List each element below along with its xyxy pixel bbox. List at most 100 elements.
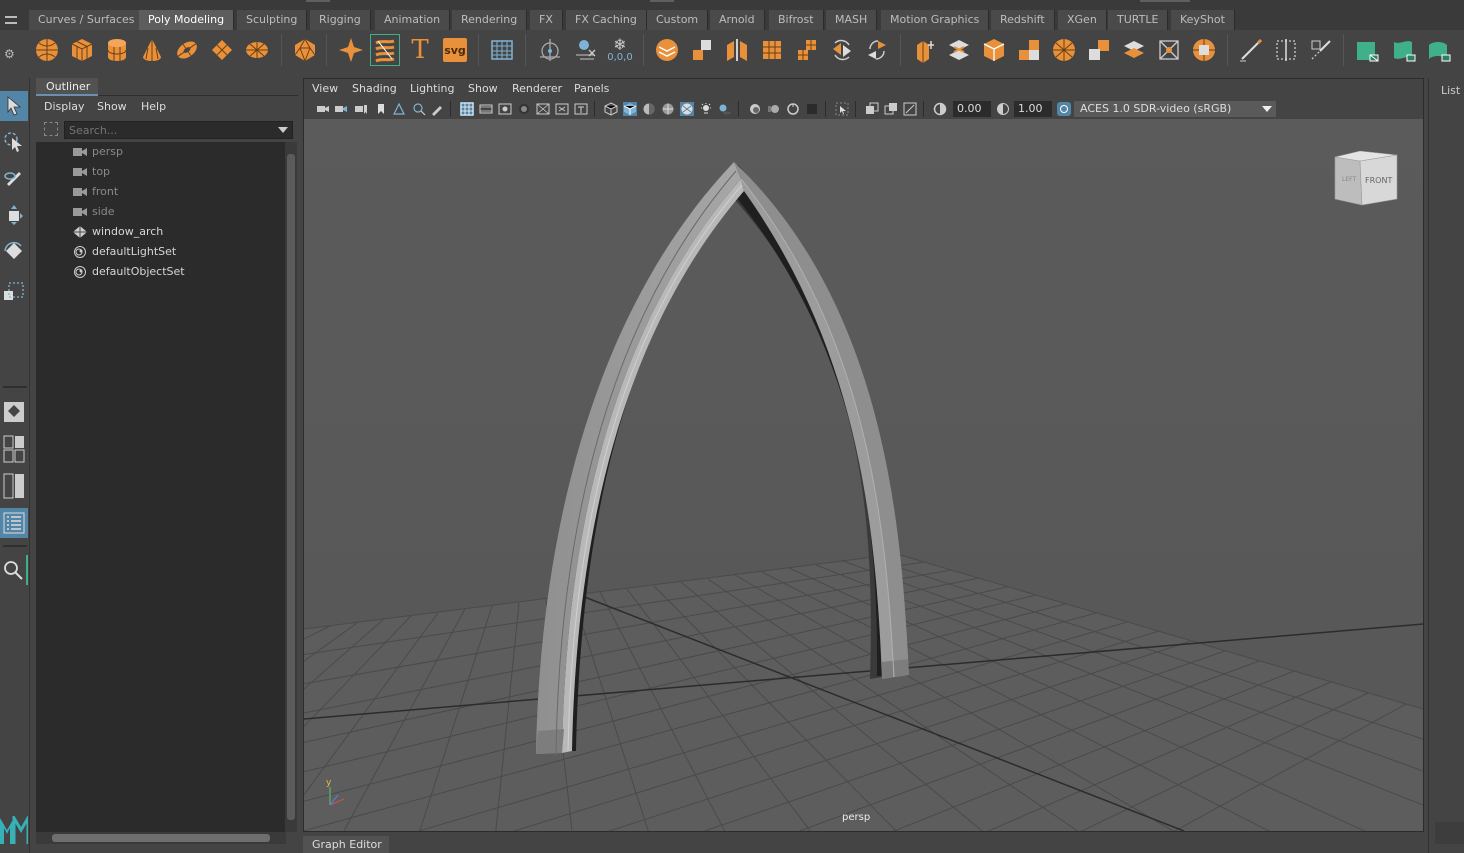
remesh-icon[interactable] bbox=[827, 34, 857, 66]
poly-cylinder-icon[interactable] bbox=[102, 34, 132, 66]
poly-sphere-icon[interactable] bbox=[32, 34, 62, 66]
shelf-tab-curves-surfaces[interactable]: Curves / Surfaces bbox=[29, 10, 145, 30]
outliner-item-persp[interactable]: persp bbox=[36, 142, 284, 162]
mash-grid-icon[interactable] bbox=[487, 34, 517, 66]
poly-cube-icon[interactable] bbox=[67, 34, 97, 66]
viewport-menu-shading[interactable]: Shading bbox=[352, 82, 397, 95]
shelf-tab-fx-caching[interactable]: FX Caching bbox=[566, 10, 647, 30]
shelf-tab-redshift[interactable]: Redshift bbox=[991, 10, 1055, 30]
shelf-tab-motion-graphics[interactable]: Motion Graphics bbox=[881, 10, 990, 30]
automatic-uv-icon[interactable] bbox=[1389, 34, 1419, 66]
outliner-tab[interactable]: Outliner bbox=[36, 78, 98, 96]
shelf-tab-custom[interactable]: Custom bbox=[647, 10, 709, 30]
freeze-transform-icon[interactable] bbox=[570, 34, 600, 66]
safe-action-icon[interactable] bbox=[555, 102, 569, 116]
gamma-icon[interactable] bbox=[996, 102, 1010, 116]
poly-plane-icon[interactable] bbox=[207, 34, 237, 66]
type-tool-icon[interactable]: T bbox=[405, 34, 435, 66]
split-polygon-icon[interactable] bbox=[1306, 34, 1336, 66]
super-shape-icon[interactable] bbox=[336, 34, 366, 66]
isolate-select-icon[interactable] bbox=[835, 102, 849, 116]
search-tool-button[interactable] bbox=[0, 555, 28, 585]
rotate-tool-button[interactable] bbox=[0, 236, 28, 266]
color-management-icon[interactable] bbox=[1057, 102, 1071, 116]
outliner-menu-display[interactable]: Display bbox=[44, 98, 85, 116]
outliner-horizontal-scrollbar[interactable] bbox=[36, 832, 286, 844]
outliner-menu-show[interactable]: Show bbox=[97, 98, 127, 116]
shelf-menu-grip-icon[interactable] bbox=[5, 16, 17, 24]
grease-pencil-icon[interactable] bbox=[430, 102, 444, 116]
shelf-tab-rendering[interactable]: Rendering bbox=[452, 10, 528, 30]
shelf-tab-fx[interactable]: FX bbox=[530, 10, 563, 30]
wireframe-icon[interactable] bbox=[604, 102, 618, 116]
smooth-shade-icon[interactable] bbox=[623, 102, 637, 116]
svg-tool-icon[interactable]: svg bbox=[440, 34, 470, 66]
shelf-tab-rigging[interactable]: Rigging bbox=[310, 10, 371, 30]
select-camera-icon[interactable] bbox=[316, 102, 330, 116]
outliner-menu-help[interactable]: Help bbox=[141, 98, 166, 116]
channel-box-list-label[interactable]: List bbox=[1441, 84, 1460, 97]
xray-icon[interactable] bbox=[865, 102, 879, 116]
resolution-gate-icon[interactable] bbox=[498, 102, 512, 116]
reset-transform-icon[interactable]: ❄ 0,0,0 bbox=[605, 34, 635, 66]
quad-draw-icon[interactable] bbox=[1236, 34, 1266, 66]
outliner-item-default-light-set[interactable]: defaultLightSet bbox=[36, 242, 284, 262]
scrollbar-thumb[interactable] bbox=[52, 834, 270, 842]
outliner-filter-icon[interactable] bbox=[44, 122, 58, 136]
poly-torus-icon[interactable] bbox=[172, 34, 202, 66]
xray-active-components-icon[interactable] bbox=[884, 102, 898, 116]
shadows-icon[interactable] bbox=[718, 102, 732, 116]
connect-icon[interactable] bbox=[1189, 34, 1219, 66]
grid-icon[interactable] bbox=[460, 102, 474, 116]
shelf-tab-mash[interactable]: MASH bbox=[826, 10, 878, 30]
cylindrical-uv-icon[interactable] bbox=[1424, 34, 1454, 66]
insert-edge-loop-icon[interactable] bbox=[1271, 34, 1301, 66]
anti-aliasing-icon[interactable] bbox=[786, 102, 800, 116]
viewport-menu-lighting[interactable]: Lighting bbox=[410, 82, 454, 95]
field-chart-icon[interactable] bbox=[536, 102, 550, 116]
reduce-icon[interactable] bbox=[792, 34, 822, 66]
mirror-icon[interactable] bbox=[722, 34, 752, 66]
viewport-menu-show[interactable]: Show bbox=[468, 82, 498, 95]
layout-outliner-button[interactable] bbox=[0, 508, 28, 538]
shelf-tab-animation[interactable]: Animation bbox=[375, 10, 451, 30]
xray-joints-icon[interactable] bbox=[903, 102, 917, 116]
2d-pan-zoom-icon[interactable] bbox=[412, 102, 426, 116]
outliner-item-side[interactable]: side bbox=[36, 202, 284, 222]
graph-editor-tab[interactable]: Graph Editor bbox=[303, 836, 389, 853]
uv-editor-icon[interactable] bbox=[1352, 34, 1382, 66]
fill-hole-icon[interactable] bbox=[1049, 34, 1079, 66]
viewport-menu-renderer[interactable]: Renderer bbox=[512, 82, 562, 95]
shelf-tab-turtle[interactable]: TURTLE bbox=[1108, 10, 1169, 30]
shelf-tab-xgen[interactable]: XGen bbox=[1058, 10, 1107, 30]
safe-title-icon[interactable] bbox=[574, 102, 588, 116]
film-gate-icon[interactable] bbox=[479, 102, 493, 116]
search-dropdown-icon[interactable] bbox=[278, 127, 288, 133]
3d-viewport[interactable]: y LEFT FRONT persp bbox=[304, 119, 1423, 831]
layout-two-button[interactable] bbox=[0, 471, 28, 501]
default-material-icon[interactable] bbox=[642, 102, 656, 116]
append-polygon-icon[interactable] bbox=[1014, 34, 1044, 66]
layout-single-button[interactable] bbox=[0, 397, 28, 427]
outliner-item-default-object-set[interactable]: defaultObjectSet bbox=[36, 262, 284, 282]
wireframe-on-shaded-icon[interactable] bbox=[661, 102, 675, 116]
center-pivot-icon[interactable] bbox=[535, 34, 565, 66]
shelf-gear-icon[interactable]: ⚙ bbox=[4, 48, 16, 60]
gate-mask-icon[interactable] bbox=[517, 102, 531, 116]
lasso-tool-button[interactable] bbox=[0, 127, 28, 157]
move-tool-button[interactable] bbox=[0, 200, 28, 230]
bookmark-camera-icon[interactable] bbox=[354, 102, 368, 116]
outliner-vertical-scrollbar[interactable] bbox=[285, 142, 297, 832]
layout-four-button[interactable] bbox=[0, 434, 28, 464]
bookmark-icon[interactable] bbox=[374, 102, 388, 116]
exposure-field[interactable]: 0.00 bbox=[953, 101, 991, 117]
poly-cone-icon[interactable] bbox=[137, 34, 167, 66]
outliner-item-window-arch[interactable]: window_arch bbox=[36, 222, 284, 242]
combine-icon[interactable] bbox=[652, 34, 682, 66]
color-space-dropdown[interactable]: ACES 1.0 SDR-video (sRGB) bbox=[1074, 101, 1276, 117]
bridge-icon[interactable] bbox=[944, 34, 974, 66]
viewport-menu-view[interactable]: View bbox=[312, 82, 338, 95]
view-cube[interactable]: LEFT FRONT bbox=[1334, 150, 1398, 206]
shelf-tab-arnold[interactable]: Arnold bbox=[710, 10, 765, 30]
textured-icon[interactable] bbox=[680, 102, 694, 116]
